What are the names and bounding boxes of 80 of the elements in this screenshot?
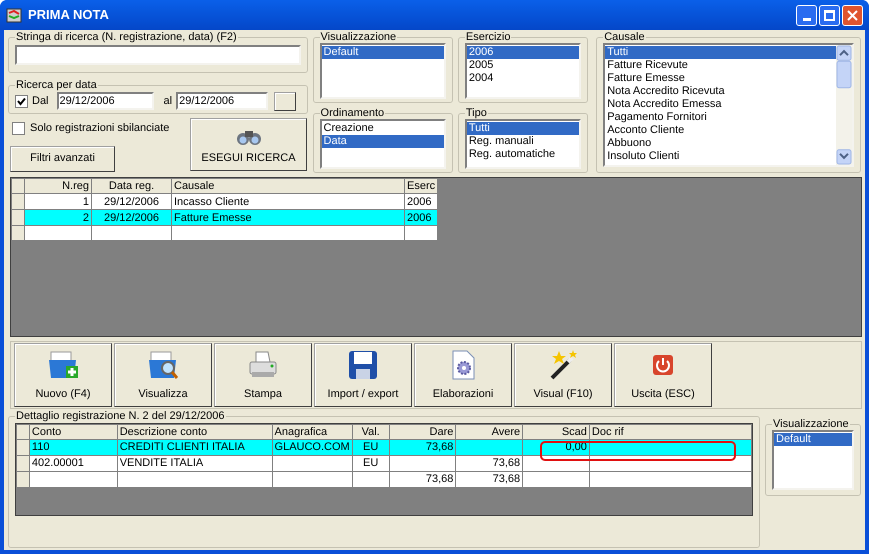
list-item[interactable]: 2005 [466,59,580,72]
column-header[interactable]: N.reg [24,178,92,194]
list-item[interactable]: 2006 [466,46,580,59]
minimize-icon [802,18,810,20]
table-row[interactable]: 1 29/12/2006 Incasso Cliente 2006 [12,194,438,210]
date-field[interactable]: 29/12/2006 [56,92,154,110]
column-header[interactable]: Anagrafica [272,424,352,440]
toolbar-button[interactable]: Stampa [214,343,312,407]
list-item[interactable]: Reg. automatiche [466,148,580,161]
column-header[interactable]: Data reg. [92,178,172,194]
group-title: Esercizio [464,31,512,43]
list-item[interactable]: Tutti [466,122,580,135]
list-item[interactable]: Fatture Emesse [605,72,836,85]
close-button[interactable] [842,4,863,26]
toolbar-button[interactable]: Uscita (ESC) [614,343,712,407]
list-item[interactable]: Data [322,135,444,148]
list-item[interactable]: Tutti [605,46,836,59]
list-item[interactable]: Nota Accredito Ricevuta [605,85,836,98]
toolbar-button[interactable]: Elaborazioni [414,343,512,407]
list-item[interactable]: Nota Accredito Emessa [605,98,836,111]
list-box[interactable]: Creazione Data [320,119,446,169]
maximize-icon [824,10,835,20]
column-header[interactable]: Causale [172,178,404,194]
run-search-button[interactable]: ESEGUI RICERCA [190,118,307,171]
group-title: Ricerca per data [15,79,98,91]
column-header[interactable]: Scad [522,424,590,440]
list-item[interactable]: Fatture Ricevute [605,59,836,72]
group-title: Visualizzazione [320,31,398,43]
list-box[interactable]: Tutti Reg. manuali Reg. automatiche [464,119,582,169]
column-header[interactable]: Avere [456,424,523,440]
list-box[interactable]: Default [772,430,854,490]
list-box[interactable]: 2006 2005 2004 [464,43,582,99]
list-item[interactable]: Creazione [322,122,444,135]
app-icon [6,7,22,23]
date-field[interactable]: 29/12/2006 [176,92,268,110]
list-item[interactable]: 2004 [466,72,580,85]
scrollbar-drawing[interactable] [836,45,852,165]
table-cell: 2006 [404,210,438,226]
group-title: Visualizzazione [772,418,850,430]
group-title: Ordinamento [320,107,386,119]
group-title: Dettaglio registrazione N. 2 del 29/12/2006 [15,410,226,422]
toolbar-button[interactable]: Nuovo (F4) [14,343,112,407]
table-cell: 73,68 [456,472,523,488]
toolbar-button[interactable]: Visual (F10) [514,343,612,407]
list-item[interactable]: Acconto Cliente [605,124,836,137]
table-cell: 29/12/2006 [92,210,172,226]
table-cell: Fatture Emesse [172,210,404,226]
list-item[interactable]: Default [774,433,852,446]
column-header[interactable]: Doc rif [589,424,752,440]
group-title: Causale [603,31,646,43]
maximize-button[interactable] [819,4,840,26]
table-cell: 73,68 [389,472,456,488]
search-field[interactable] [15,45,301,65]
advanced-filters-button[interactable]: Filtri avanzati [10,146,115,172]
minimize-button[interactable] [796,4,817,26]
group-title: Stringa di ricerca (N. registrazione, data) (F2) [15,31,238,43]
column-header[interactable]: Conto [29,424,118,440]
table-row[interactable]: 2 29/12/2006 Fatture Emesse 2006 [12,210,438,226]
checkbox[interactable] [12,122,25,135]
window-title: PRIMA NOTA [28,6,109,24]
checkbox-label: Dal [32,94,49,109]
list-item[interactable]: Pagamento Fornitori [605,111,836,124]
list-box[interactable]: Default [320,43,446,99]
toolbar-button[interactable]: Visualizza [114,343,212,407]
list-box[interactable]: Tutti Fatture Ricevute Fatture Emesse Nota Accredito Ricevuta Nota Accredito Emessa Pagamento Fornitori Acconto Cliente Abbuono Insoluto Clienti [603,43,854,167]
close-icon [847,10,858,20]
group-title: Tipo [464,107,488,119]
table-cell: 2 [24,210,92,226]
table-row[interactable]: 402.00001 VENDITE ITALIA EU 73,68 [16,456,752,472]
toolbar-button[interactable]: Import / export [314,343,412,407]
checkbox[interactable] [15,94,28,108]
list-item[interactable]: Abbuono [605,137,836,150]
table-row[interactable]: 73,68 73,68 [16,472,752,488]
date-picker-button[interactable] [274,92,296,110]
column-header[interactable]: Descrizione conto [117,424,272,440]
date-to-label: al [164,94,172,109]
list-item[interactable]: Default [322,46,444,59]
checkbox-label: Solo registrazioni sbilanciate [30,121,170,136]
list-item[interactable]: Insoluto Clienti [605,150,836,163]
list-item[interactable]: Reg. manuali [466,135,580,148]
